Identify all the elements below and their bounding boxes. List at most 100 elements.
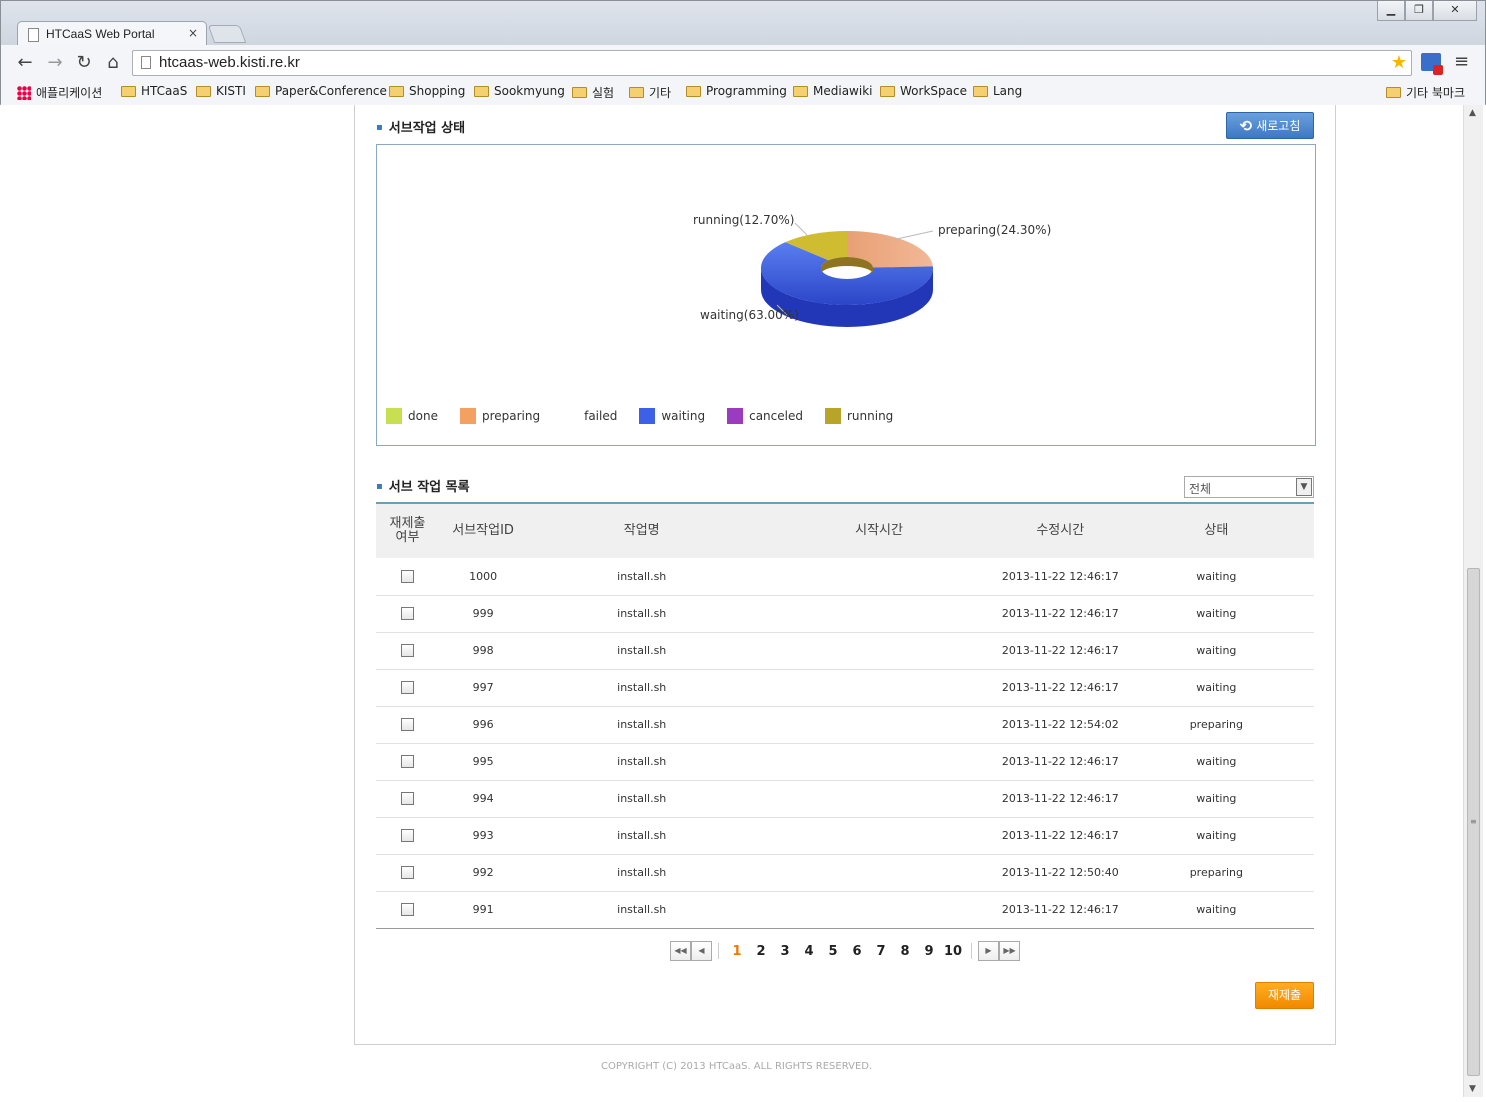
page-number-6[interactable]: 6: [845, 944, 869, 959]
new-tab-button[interactable]: [207, 25, 247, 43]
menu-icon[interactable]: ≡: [1454, 51, 1469, 72]
refresh-label: 새로고침: [1256, 119, 1301, 133]
forward-icon[interactable]: →: [43, 51, 67, 75]
last-page-icon[interactable]: ▶▶: [999, 941, 1020, 961]
table-row[interactable]: 995 install.sh 2013-11-22 12:46:17 waiting: [376, 743, 1314, 780]
modified-time: 2013-11-22 12:50:40: [1001, 866, 1119, 879]
resubmit-checkbox[interactable]: [400, 718, 414, 732]
start-time: [756, 595, 1002, 632]
table-row[interactable]: 997 install.sh 2013-11-22 12:46:17 waiting: [376, 669, 1314, 706]
bookmark-folder[interactable]: Programming: [686, 84, 787, 98]
bookmark-folder[interactable]: HTCaaS: [121, 84, 187, 98]
bookmark-folder[interactable]: WorkSpace: [880, 84, 967, 98]
label-leader-line: [891, 230, 934, 241]
legend-item-done[interactable]: done: [386, 408, 438, 424]
scroll-up-icon[interactable]: ▲: [1469, 108, 1476, 118]
apps-grid-icon: [17, 85, 31, 100]
window-close-icon[interactable]: ✕: [1433, 1, 1477, 21]
bookmark-star-icon[interactable]: ★: [1391, 52, 1407, 73]
page-number-8[interactable]: 8: [893, 944, 917, 959]
page-number-10[interactable]: 10: [941, 944, 965, 959]
bookmark-folder[interactable]: Mediawiki: [793, 84, 872, 98]
other-bookmarks[interactable]: 기타 북마크: [1386, 84, 1465, 101]
bookmark-folder[interactable]: 실험: [572, 84, 614, 101]
bookmark-label: Mediawiki: [813, 84, 873, 98]
scroll-down-icon[interactable]: ▼: [1469, 1084, 1476, 1094]
job-name: install.sh: [617, 569, 667, 583]
prev-page-icon[interactable]: ◀: [691, 941, 712, 961]
bookmark-folder[interactable]: KISTI: [196, 84, 246, 98]
next-page-icon[interactable]: ▶: [978, 941, 999, 961]
bookmark-folder[interactable]: Sookmyung: [474, 84, 565, 98]
browser-tab[interactable]: HTCaaS Web Portal ×: [17, 21, 207, 47]
resubmit-checkbox[interactable]: [400, 903, 414, 917]
resubmit-checkbox[interactable]: [400, 755, 414, 769]
table-row[interactable]: 996 install.sh 2013-11-22 12:54:02 preparin…: [376, 706, 1314, 743]
legend-item-preparing[interactable]: preparing: [459, 408, 540, 424]
list-section-title: ▪ 서브 작업 목록: [376, 476, 470, 495]
page-number-4[interactable]: 4: [797, 944, 821, 959]
table-row[interactable]: 993 install.sh 2013-11-22 12:46:17 waiting: [376, 817, 1314, 854]
resubmit-checkbox[interactable]: [400, 792, 414, 806]
resubmit-checkbox[interactable]: [400, 866, 414, 880]
page-number-7[interactable]: 7: [869, 944, 893, 959]
page-number-9[interactable]: 9: [917, 944, 941, 959]
page-number-3[interactable]: 3: [773, 944, 797, 959]
address-bar[interactable]: htcaas-web.kisti.re.kr ★: [132, 50, 1412, 76]
bookmark-folder[interactable]: 기타: [629, 84, 671, 101]
back-icon[interactable]: ←: [13, 51, 37, 75]
table-row[interactable]: 998 install.sh 2013-11-22 12:46:17 waiting: [376, 632, 1314, 669]
status-filter-select[interactable]: 전체 ▼: [1184, 476, 1314, 498]
table-row[interactable]: 994 install.sh 2013-11-22 12:46:17 waiting: [376, 780, 1314, 817]
bookmark-label: 기타: [649, 86, 672, 100]
subjob-id: 996: [472, 718, 494, 731]
bookmark-folder[interactable]: Shopping: [389, 84, 465, 98]
scroll-thumb[interactable]: ≡: [1467, 568, 1480, 1076]
job-name: install.sh: [617, 792, 667, 805]
url-text[interactable]: htcaas-web.kisti.re.kr: [159, 54, 300, 71]
bookmark-folder[interactable]: Paper&Conference: [255, 84, 387, 98]
table-header-row: 재제출 여부 서브작업ID 작업명 시작시간 수정시간 상태: [376, 503, 1314, 558]
modified-time: 2013-11-22 12:46:17: [1001, 755, 1119, 768]
status-text: waiting: [1196, 644, 1237, 657]
tab-close-icon[interactable]: ×: [188, 26, 198, 40]
resubmit-checkbox[interactable]: [400, 829, 414, 843]
row-checkbox-cell: [376, 632, 439, 669]
bullet-icon: ▪: [376, 122, 383, 133]
row-checkbox-cell: [376, 706, 439, 743]
resubmit-checkbox[interactable]: [400, 607, 414, 621]
slice-label: waiting(63.00%): [700, 308, 799, 322]
resubmit-checkbox[interactable]: [400, 681, 414, 695]
page-number-1[interactable]: 1: [725, 944, 749, 959]
table-row[interactable]: 999 install.sh 2013-11-22 12:46:17 waiting: [376, 595, 1314, 632]
window-controls: ▁ ❐ ✕: [1377, 1, 1477, 21]
resubmit-checkbox[interactable]: [400, 570, 414, 583]
legend-item-running[interactable]: running: [824, 408, 893, 424]
bookmark-label: Shopping: [409, 84, 466, 98]
table-row[interactable]: 991 install.sh 2013-11-22 12:46:17 waiting: [376, 891, 1314, 928]
table-row[interactable]: 1000 install.sh 2013-11-22 12:46:17 waiting: [376, 558, 1314, 595]
restore-icon[interactable]: ❐: [1405, 1, 1433, 21]
vertical-scrollbar[interactable]: ▲ ≡ ▼: [1463, 105, 1483, 1097]
refresh-button[interactable]: ⟲ 새로고침: [1226, 112, 1314, 139]
home-icon[interactable]: ⌂: [101, 51, 125, 75]
minimize-icon[interactable]: ▁: [1377, 1, 1405, 21]
reload-icon[interactable]: ↻: [72, 51, 96, 75]
bookmark-apps[interactable]: 애플리케이션: [17, 84, 102, 101]
page-number-5[interactable]: 5: [821, 944, 845, 959]
legend-item-failed[interactable]: failed: [562, 408, 617, 424]
subjob-id: 999: [472, 607, 494, 620]
start-time: [756, 558, 1002, 595]
bullet-icon: ▪: [376, 481, 383, 492]
chevron-down-icon[interactable]: ▼: [1296, 478, 1312, 496]
row-checkbox-cell: [376, 891, 439, 928]
bookmark-folder[interactable]: Lang: [973, 84, 1022, 98]
legend-item-canceled[interactable]: canceled: [727, 408, 803, 424]
bookmarks-bar: 애플리케이션 HTCaaS KISTI Paper&Conference Sho…: [1, 81, 1485, 105]
resubmit-button[interactable]: 재제출: [1255, 982, 1314, 1009]
first-page-icon[interactable]: ◀◀: [670, 941, 691, 961]
resubmit-checkbox[interactable]: [400, 644, 414, 658]
legend-item-waiting[interactable]: waiting: [639, 408, 705, 424]
page-number-2[interactable]: 2: [749, 944, 773, 959]
table-row[interactable]: 992 install.sh 2013-11-22 12:50:40 preparin…: [376, 854, 1314, 891]
